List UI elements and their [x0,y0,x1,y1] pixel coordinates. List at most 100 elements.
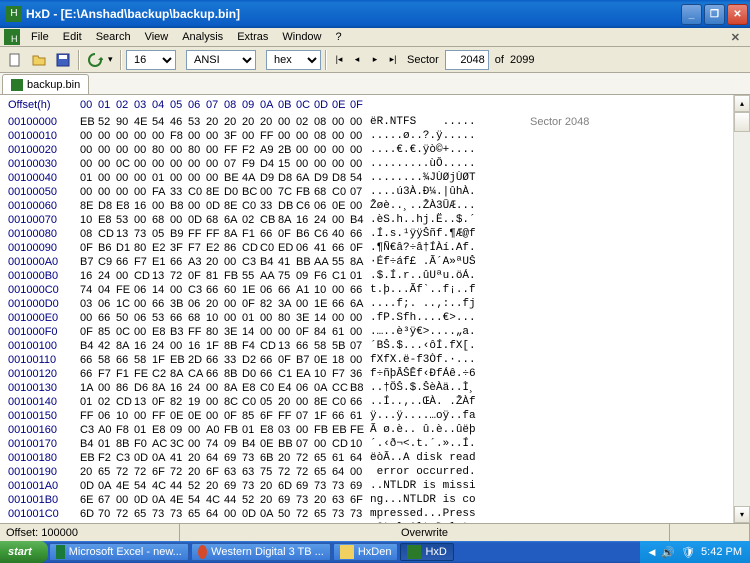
menu-analysis[interactable]: Analysis [175,29,230,45]
menu-extras[interactable]: Extras [230,29,275,45]
ascii-cell[interactable]: .…..è³ÿ€>....„a. [370,325,500,339]
menu-help[interactable]: ? [329,29,349,45]
ascii-cell[interactable]: .Í.s.¹ÿÿŠñf.¶Æ@f [370,227,500,241]
hex-bytes[interactable]: 0D0A4E544C4452206973206D69737369 [80,479,370,493]
ascii-cell[interactable]: ng...NTLDR is co [370,493,500,507]
scroll-down-button[interactable]: ▾ [734,506,750,523]
hex-body[interactable]: 00100000EB52904E544653202020200002080000… [0,115,750,523]
hex-bytes[interactable]: EB52904E544653202020200002080000 [80,115,370,129]
hex-bytes[interactable]: B7C966F7E166A32000C3B441BBAA558A [80,255,370,269]
hex-bytes[interactable]: 03061C00663B0620000F823A001E666A [80,297,370,311]
hex-row[interactable]: 00100100B4428A162400161F8BF4CD1366585B07… [8,339,750,353]
ascii-cell[interactable]: f÷ñþÂŠÊf‹ÐfÁê.÷6 [370,367,500,381]
ascii-cell[interactable]: ..Í..‚..ŒÀ. .ŽÀf [370,395,500,409]
ascii-cell[interactable]: ........¾JÙØjÙØT [370,171,500,185]
hex-bytes[interactable]: C3A0F801E80900A0FB01E80300FBEBFE [80,423,370,437]
ascii-cell[interactable]: ëR.NTFS ..... [370,115,500,129]
nav-prev-button[interactable]: ◂ [349,52,365,68]
tray-icon[interactable]: 🔊 [661,546,675,559]
ascii-cell[interactable]: ..NTLDR is missi [370,479,500,493]
hex-row[interactable]: 00100170B4018BF0AC3C007409B40EBB0700CD10… [8,437,750,451]
hex-bytes[interactable]: 162400CD13720F81FB55AA7509F6C101 [80,269,370,283]
hex-row[interactable]: 00100150FF061000FF0E0E000F856FFF071F6661… [8,409,750,423]
menu-window[interactable]: Window [275,29,328,45]
mdi-close-icon[interactable]: ✕ [724,29,746,46]
hex-bytes[interactable]: 10E8530068000D686A02CB8A162400B4 [80,213,370,227]
hex-bytes[interactable]: FF061000FF0E0E000F856FFF071F6661 [80,409,370,423]
hex-bytes[interactable]: 0102CD130F8219008CC00520008EC066 [80,395,370,409]
hex-row[interactable]: 0010005000000000FA33C08ED0BC007CFB68C007… [8,185,750,199]
hex-bytes[interactable]: 0F850C00E8B3FF803E1400000F846100 [80,325,370,339]
new-button[interactable] [4,49,26,71]
hex-row[interactable]: 001000A0B7C966F7E166A32000C3B441BBAA558A… [8,255,750,269]
hex-row[interactable]: 001001400102CD130F8219008CC00520008EC066… [8,395,750,409]
minimize-button[interactable]: _ [681,4,702,25]
hex-row[interactable]: 001000608ED8E81600B8000D8EC033DBC6060E00… [8,199,750,213]
scroll-thumb[interactable] [734,112,750,132]
hex-row[interactable]: 00100110665866581FEB2D6633D2660FB70E1800… [8,353,750,367]
hex-bytes[interactable]: 00000C000000000007F9D41500000000 [80,157,370,171]
hex-bytes[interactable]: 7404FE061400C366601E0666A1100066 [80,283,370,297]
hex-row[interactable]: 00100160C3A0F801E80900A0FB01E80300FBEBFE… [8,423,750,437]
ascii-cell[interactable]: .fP.Sfh....€>... [370,311,500,325]
hex-bytes[interactable]: 0000000080008000FFF2A92B00000000 [80,143,370,157]
menu-file[interactable]: File [24,29,56,45]
ascii-cell[interactable]: ....€.€.ÿò©+.... [370,143,500,157]
hex-row[interactable]: 00100190206572726F72206F6363757272656400… [8,465,750,479]
hex-row[interactable]: 001000D003061C00663B0620000F823A001E666A… [8,297,750,311]
hex-bytes[interactable]: 0FB6D180E23FF7E286CDC0ED0641660F [80,241,370,255]
hex-row[interactable]: 00100180EBF2C30D0A41206469736B2072656164… [8,451,750,465]
hex-row[interactable]: 001001301A0086D68A1624008AE8C0E4060ACCB8… [8,381,750,395]
ascii-cell[interactable]: ´.‹ð¬<.t.´.»..Í. [370,437,500,451]
ascii-cell[interactable]: ..†ÖŠ.$.ŠèÀä..Ì¸ [370,381,500,395]
hex-row[interactable]: 00100000EB52904E544653202020200002080000… [8,115,750,129]
ascii-cell[interactable]: ëòÃ..A disk read [370,451,500,465]
hex-bytes[interactable]: 6D70726573736564000D0A5072657373 [80,507,370,521]
hex-bytes[interactable]: 8ED8E81600B8000D8EC033DBC6060E00 [80,199,370,213]
ascii-cell[interactable]: ÿ...ÿ....…oÿ..fa [370,409,500,423]
hex-bytes[interactable]: 08CD137305B9FFFF8AF1660FB6C64066 [80,227,370,241]
hex-row[interactable]: 0010008008CD137305B9FFFF8AF1660FB6C64066… [8,227,750,241]
hex-bytes[interactable]: 206572726F72206F6363757272656400 [80,465,370,479]
nav-next-button[interactable]: ▸ [367,52,383,68]
taskbar-excel[interactable]: Microsoft Excel - new... [49,543,189,561]
hex-bytes[interactable]: 0066500653666810000100803E140000 [80,311,370,325]
hex-bytes[interactable]: 0100000001000000BE4AD9D86AD9D854 [80,171,370,185]
taskbar-chrome[interactable]: Western Digital 3 TB ... [191,543,331,561]
menu-view[interactable]: View [138,29,176,45]
encoding-select[interactable]: ANSI [186,50,256,70]
ascii-cell[interactable]: .èS.h..hj.Ë..$.´ [370,213,500,227]
ascii-cell[interactable]: .¶Ñ€â?÷â†ÍÀí.Af. [370,241,500,255]
dropdown-icon[interactable]: ▾ [108,54,116,65]
maximize-button[interactable]: ❐ [704,4,725,25]
base-select[interactable]: hex [266,50,321,70]
taskbar-hxd[interactable]: HxD [400,543,453,561]
ascii-cell[interactable]: .........ùÔ..... [370,157,500,171]
hex-bytes[interactable]: 0000000000F800003F00FF0000080000 [80,129,370,143]
tab-backup-bin[interactable]: backup.bin [2,74,89,94]
save-button[interactable] [52,49,74,71]
scroll-up-button[interactable]: ▴ [734,95,750,112]
hex-bytes[interactable]: B4428A162400161F8BF4CD1366585B07 [80,339,370,353]
ascii-cell[interactable]: ·Éf÷áf£ .Ã´A»ªUŠ [370,255,500,269]
menu-edit[interactable]: Edit [56,29,89,45]
hex-bytes[interactable]: 6E67000D0A4E544C445220697320636F [80,493,370,507]
hex-row[interactable]: 001001C06D70726573736564000D0A5072657373… [8,507,750,521]
close-button[interactable]: ✕ [727,4,748,25]
hex-row[interactable]: 001000100000000000F800003F00FF0000080000… [8,129,750,143]
ascii-cell[interactable]: Ã ø.è.. û.è..ûëþ [370,423,500,437]
system-tray[interactable]: ◀ 🔊 🛡 5:42 PM [640,541,750,563]
hex-row[interactable]: 001000E00066500653666810000100803E140000… [8,311,750,325]
vertical-scrollbar[interactable]: ▴ ▾ [733,95,750,523]
ascii-cell[interactable]: ....ú3À.Ð¼.|ûhÀ. [370,185,500,199]
hex-bytes[interactable]: 1A0086D68A1624008AE8C0E4060ACCB8 [80,381,370,395]
hex-row[interactable]: 001000900FB6D180E23FF7E286CDC0ED0641660F… [8,241,750,255]
ascii-cell[interactable]: fXfX.ë-f3Òf.·... [370,353,500,367]
ascii-cell[interactable]: .$.Í.r..ûUªu.öÁ. [370,269,500,283]
refresh-button[interactable] [84,49,106,71]
hex-bytes[interactable]: B4018BF0AC3C007409B40EBB0700CD10 [80,437,370,451]
ascii-cell[interactable]: mpressed...Press [370,507,500,521]
menu-search[interactable]: Search [89,29,138,45]
taskbar-folder[interactable]: HxDen [333,543,399,561]
open-button[interactable] [28,49,50,71]
